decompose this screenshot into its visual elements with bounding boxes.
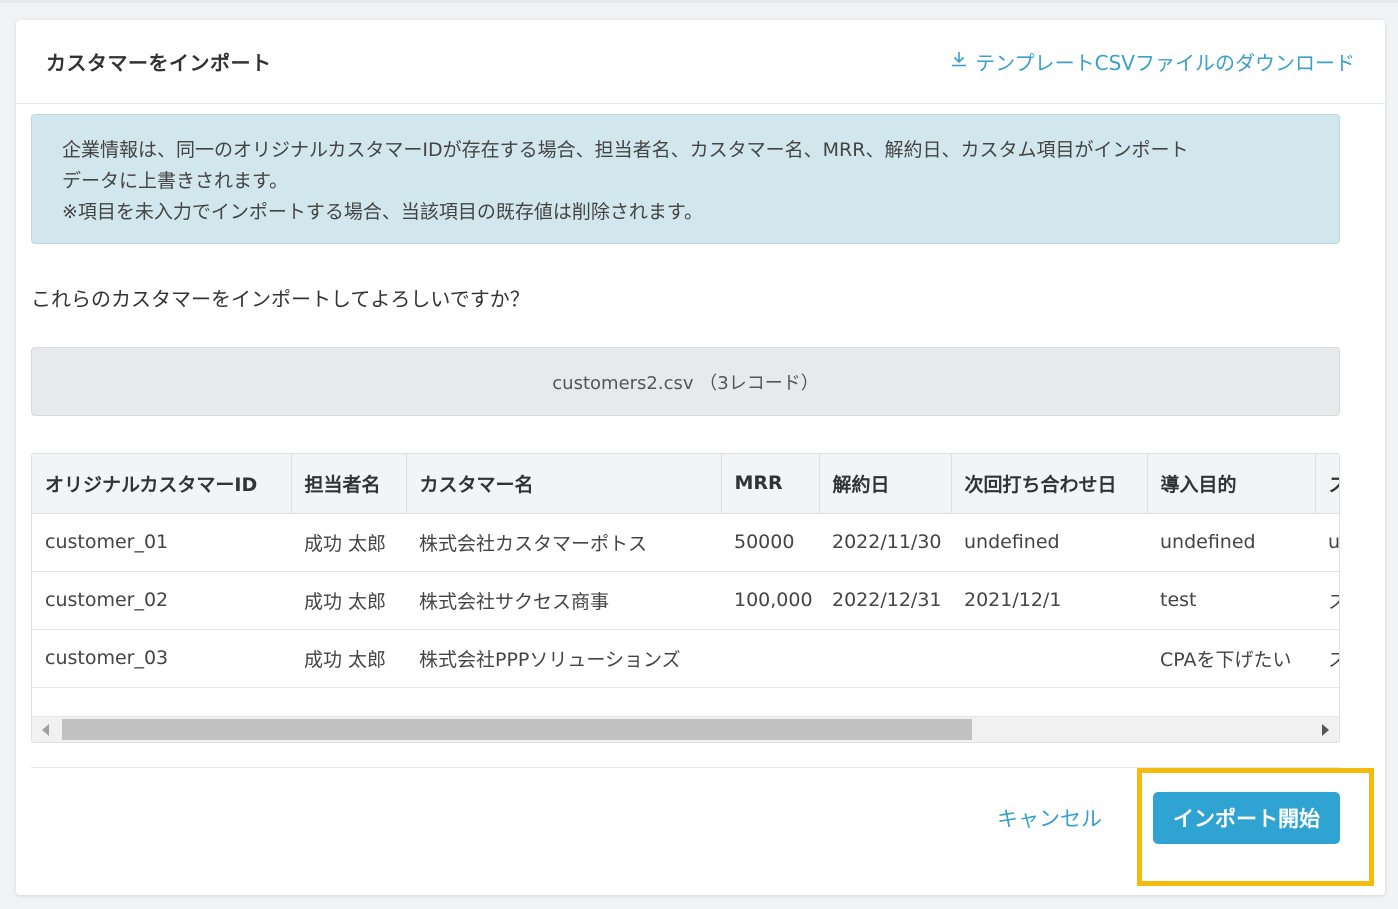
table-cell: ス <box>1315 629 1339 688</box>
top-edge <box>0 0 1398 3</box>
table-cell: 2022/11/30 <box>819 513 951 572</box>
table-cell: 株式会社サクセス商事 <box>406 571 721 630</box>
table-cell: ス <box>1315 571 1339 630</box>
table-cell <box>819 629 951 688</box>
info-line-1: 企業情報は、同一のオリジナルカスタマーIDが存在する場合、担当者名、カスタマー名… <box>62 139 1189 161</box>
table-cell: 2021/12/1 <box>951 571 1147 630</box>
table-cell: customer_01 <box>32 513 291 572</box>
column-header: 担当者名 <box>291 454 407 514</box>
scroll-right-arrow-icon[interactable] <box>1322 724 1329 736</box>
table-cell <box>721 629 819 688</box>
column-header: 解約日 <box>819 454 952 514</box>
table-cell: 株式会社PPPソリューションズ <box>406 629 721 688</box>
modal-header: カスタマーをインポート テンプレートCSVファイルのダウンロード <box>16 20 1385 104</box>
table-cell: undefined <box>951 513 1147 572</box>
info-alert: 企業情報は、同一のオリジナルカスタマーIDが存在する場合、担当者名、カスタマー名… <box>31 114 1340 244</box>
table-cell: u <box>1315 513 1339 572</box>
file-label: customers2.csv （3レコード） <box>552 372 819 394</box>
column-header: カスタマー名 <box>406 454 722 514</box>
table-cell <box>951 629 1147 688</box>
table-cell: 成功 太郎 <box>291 513 406 572</box>
table-row: customer_02 成功 太郎 株式会社サクセス商事 100,000 202… <box>32 571 1339 630</box>
table-cell: 100,000 <box>721 571 819 630</box>
scrollbar-thumb[interactable] <box>62 719 972 740</box>
table-header-row: オリジナルカスタマーID 担当者名 カスタマー名 MRR 解約日 次回打ち合わせ… <box>32 454 1339 514</box>
preview-table-container: オリジナルカスタマーID 担当者名 カスタマー名 MRR 解約日 次回打ち合わせ… <box>31 453 1340 743</box>
start-import-button[interactable]: インポート開始 <box>1153 792 1340 844</box>
template-download-link[interactable]: テンプレートCSVファイルのダウンロード <box>949 47 1355 76</box>
column-header: 導入目的 <box>1147 454 1316 514</box>
cancel-button[interactable]: キャンセル <box>997 803 1102 833</box>
table-cell: 2022/12/31 <box>819 571 951 630</box>
column-header: ス <box>1315 454 1339 514</box>
table-row: customer_01 成功 太郎 株式会社カスタマーポトス 50000 202… <box>32 513 1339 572</box>
table-cell: 成功 太郎 <box>291 571 406 630</box>
download-icon <box>949 49 975 74</box>
info-line-2: データに上書きされます。 <box>62 170 289 192</box>
file-summary: customers2.csv （3レコード） <box>31 347 1340 416</box>
horizontal-scrollbar[interactable] <box>32 716 1339 742</box>
preview-table: オリジナルカスタマーID 担当者名 カスタマー名 MRR 解約日 次回打ち合わせ… <box>32 454 1339 688</box>
table-cell: test <box>1147 571 1315 630</box>
confirm-question: これらのカスタマーをインポートしてよろしいですか？ <box>31 287 530 311</box>
table-cell: undefined <box>1147 513 1315 572</box>
table-cell: customer_02 <box>32 571 291 630</box>
table-cell: 50000 <box>721 513 819 572</box>
info-line-3: ※項目を未入力でインポートする場合、当該項目の既存値は削除されます。 <box>62 201 704 223</box>
table-row: customer_03 成功 太郎 株式会社PPPソリューションズ CPAを下げ… <box>32 629 1339 688</box>
scroll-left-arrow-icon[interactable] <box>42 724 49 736</box>
table-cell: 株式会社カスタマーポトス <box>406 513 721 572</box>
column-header: MRR <box>721 454 820 514</box>
table-cell: customer_03 <box>32 629 291 688</box>
column-header: 次回打ち合わせ日 <box>951 454 1148 514</box>
table-cell: CPAを下げたい <box>1147 629 1315 688</box>
modal-title: カスタマーをインポート <box>46 51 272 75</box>
download-link-label[interactable]: テンプレートCSVファイルのダウンロード <box>975 47 1355 76</box>
table-cell: 成功 太郎 <box>291 629 406 688</box>
column-header: オリジナルカスタマーID <box>32 454 292 514</box>
